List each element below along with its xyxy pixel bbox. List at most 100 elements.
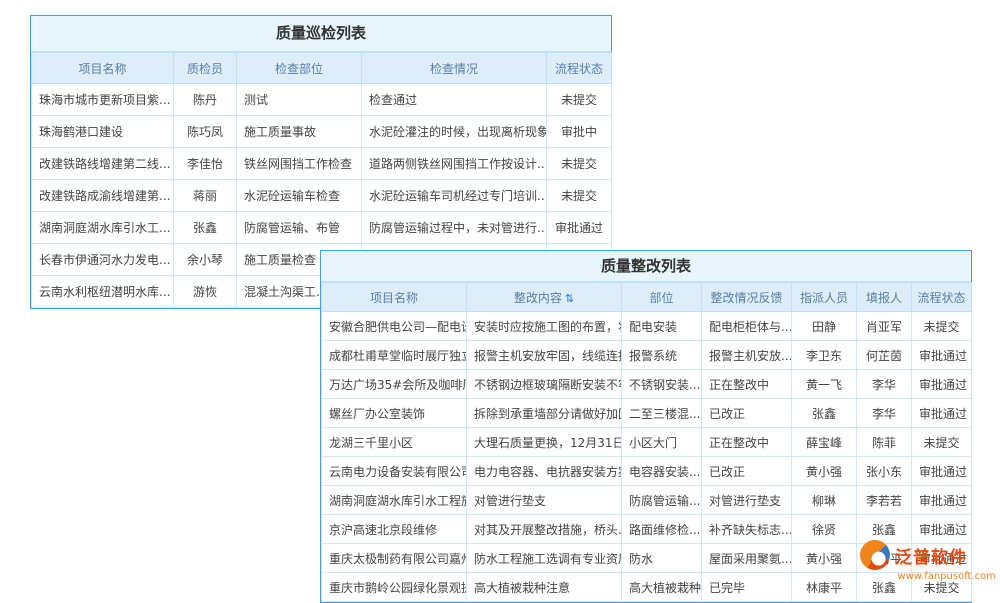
assignee-name-cell: 柳琳 [792,486,857,515]
column-header-label: 流程状态 [555,62,603,76]
inspection-part-cell: 测试 [237,84,362,116]
column-header[interactable]: 项目名称 [322,283,467,312]
table-row[interactable]: 湖南洞庭湖水库引水工...张鑫防腐管运输、布管防腐管运输过程中，未对管进行...… [32,212,612,244]
column-header[interactable]: 整改情况反馈 [702,283,792,312]
column-header[interactable]: 流程状态 [547,53,612,84]
part-cell: 不锈钢安装... [622,370,702,399]
table-row[interactable]: 安徽合肥供电公司—配电设备...安装时应按施工图的布置，将...配电安装配电柜柜… [322,312,972,341]
project-name-cell[interactable]: 长春市伊通河水力发电... [32,244,174,276]
column-header[interactable]: 质检员 [174,53,237,84]
column-header[interactable]: 检查情况 [362,53,547,84]
reporter-name-cell: 李华 [857,370,912,399]
table-row[interactable]: 云南电力设备安装有限公司20...电力电容器、电抗器安装方案...电容器安装..… [322,457,972,486]
assignee-name-cell: 张鑫 [792,399,857,428]
inspector-name-cell: 李佳怡 [174,148,237,180]
assignee-name-cell: 林康平 [792,573,857,602]
assignee-name-cell: 徐贤 [792,515,857,544]
workflow-status-cell: 未提交 [912,312,972,341]
reporter-name-cell: 肖亚军 [857,312,912,341]
rectify-content-cell: 电力电容器、电抗器安装方案... [467,457,622,486]
rectification-list-title: 质量整改列表 [321,251,971,282]
rectify-content-cell: 不锈钢边框玻璃隔断安装不牢... [467,370,622,399]
column-header[interactable]: 填报人 [857,283,912,312]
feedback-cell: 对管进行垫支 [702,486,792,515]
table-row[interactable]: 龙湖三千里小区大理石质量更换，12月31日之...小区大门正在整改中薛宝峰陈菲未… [322,428,972,457]
rectify-content-cell: 对管进行垫支 [467,486,622,515]
inspection-part-cell: 防腐管运输、布管 [237,212,362,244]
part-cell: 路面维修检... [622,515,702,544]
project-name-cell[interactable]: 重庆太极制药有限公司嘉州中... [322,544,467,573]
rectify-content-cell: 对其及开展整改措施，桥头... [467,515,622,544]
column-header[interactable]: 流程状态 [912,283,972,312]
workflow-status-cell: 未提交 [547,148,612,180]
table-row[interactable]: 改建铁路线增建第二线...李佳怡铁丝网围挡工作检查道路两侧铁丝网围挡工作按设计.… [32,148,612,180]
project-name-cell[interactable]: 改建铁路成渝线增建第... [32,180,174,212]
workflow-status-cell: 审批通过 [912,486,972,515]
table-row[interactable]: 珠海鹤港口建设陈巧凤施工质量事故水泥砼灌注的时候，出现离析现象审批中 [32,116,612,148]
inspector-name-cell: 余小琴 [174,244,237,276]
project-name-cell[interactable]: 湖南洞庭湖水库引水工程施工... [322,486,467,515]
table-row[interactable]: 成都杜甫草堂临时展厅独立展...报警主机安放牢固，线缆连接...报警系统报警主机… [322,341,972,370]
inspection-part-cell: 施工质量事故 [237,116,362,148]
project-name-cell[interactable]: 云南水利枢纽潜明水库... [32,276,174,308]
assignee-name-cell: 黄一飞 [792,370,857,399]
feedback-cell: 配电柜柜体与... [702,312,792,341]
part-cell: 小区大门 [622,428,702,457]
project-name-cell[interactable]: 珠海鹤港口建设 [32,116,174,148]
project-name-cell[interactable]: 成都杜甫草堂临时展厅独立展... [322,341,467,370]
project-name-cell[interactable]: 安徽合肥供电公司—配电设备... [322,312,467,341]
column-header-label: 整改情况反馈 [710,291,782,305]
inspector-name-cell: 陈巧凤 [174,116,237,148]
workflow-status-cell: 未提交 [547,84,612,116]
assignee-name-cell: 薛宝峰 [792,428,857,457]
table-row[interactable]: 螺丝厂办公室装饰拆除到承重墙部分请做好加固...二至三楼混...已改正张鑫李华审… [322,399,972,428]
project-name-cell[interactable]: 万达广场35#会所及咖啡厅空... [322,370,467,399]
sort-icon[interactable]: ⇅ [565,292,574,305]
inspection-header-row: 项目名称质检员检查部位检查情况流程状态 [32,53,612,84]
column-header-label: 项目名称 [370,291,418,305]
project-name-cell[interactable]: 重庆市鹅岭公园绿化景观提升... [322,573,467,602]
project-name-cell[interactable]: 湖南洞庭湖水库引水工... [32,212,174,244]
part-cell: 电容器安装... [622,457,702,486]
feedback-cell: 已改正 [702,457,792,486]
workflow-status-cell: 审批通过 [912,399,972,428]
assignee-name-cell: 田静 [792,312,857,341]
project-name-cell[interactable]: 珠海市城市更新项目紫... [32,84,174,116]
assignee-name-cell: 黄小强 [792,457,857,486]
feedback-cell: 正在整改中 [702,428,792,457]
project-name-cell[interactable]: 云南电力设备安装有限公司20... [322,457,467,486]
column-header[interactable]: 项目名称 [32,53,174,84]
table-row[interactable]: 万达广场35#会所及咖啡厅空...不锈钢边框玻璃隔断安装不牢...不锈钢安装..… [322,370,972,399]
column-header[interactable]: 部位 [622,283,702,312]
project-name-cell[interactable]: 改建铁路线增建第二线... [32,148,174,180]
feedback-cell: 已完毕 [702,573,792,602]
inspector-name-cell: 蒋丽 [174,180,237,212]
part-cell: 二至三楼混... [622,399,702,428]
rectify-content-cell: 拆除到承重墙部分请做好加固... [467,399,622,428]
column-header-label: 部位 [649,291,673,305]
inspector-name-cell: 张鑫 [174,212,237,244]
reporter-name-cell: 张小东 [857,457,912,486]
project-name-cell[interactable]: 京沪高速北京段维修 [322,515,467,544]
project-name-cell[interactable]: 龙湖三千里小区 [322,428,467,457]
part-cell: 高大植被栽种 [622,573,702,602]
rectify-content-cell: 大理石质量更换，12月31日之... [467,428,622,457]
column-header[interactable]: 整改内容⇅ [467,283,622,312]
project-name-cell[interactable]: 螺丝厂办公室装饰 [322,399,467,428]
inspection-part-cell: 铁丝网围挡工作检查 [237,148,362,180]
column-header[interactable]: 检查部位 [237,53,362,84]
rectify-content-cell: 安装时应按施工图的布置，将... [467,312,622,341]
fanpusoft-watermark: 泛普软件 www.fanpusoft.com [860,540,996,582]
table-row[interactable]: 改建铁路成渝线增建第...蒋丽水泥砼运输车检查水泥砼运输车司机经过专门培训...… [32,180,612,212]
column-header-label: 整改内容 [514,291,562,305]
table-row[interactable]: 湖南洞庭湖水库引水工程施工...对管进行垫支防腐管运输...对管进行垫支柳琳李若… [322,486,972,515]
feedback-cell: 已改正 [702,399,792,428]
fanpusoft-brand-name: 泛普软件 [895,543,967,568]
reporter-name-cell: 李若若 [857,486,912,515]
reporter-name-cell: 何芷茵 [857,341,912,370]
table-row[interactable]: 珠海市城市更新项目紫...陈丹测试检查通过未提交 [32,84,612,116]
assignee-name-cell: 李卫东 [792,341,857,370]
column-header[interactable]: 指派人员 [792,283,857,312]
assignee-name-cell: 黄小强 [792,544,857,573]
feedback-cell: 报警主机安放... [702,341,792,370]
